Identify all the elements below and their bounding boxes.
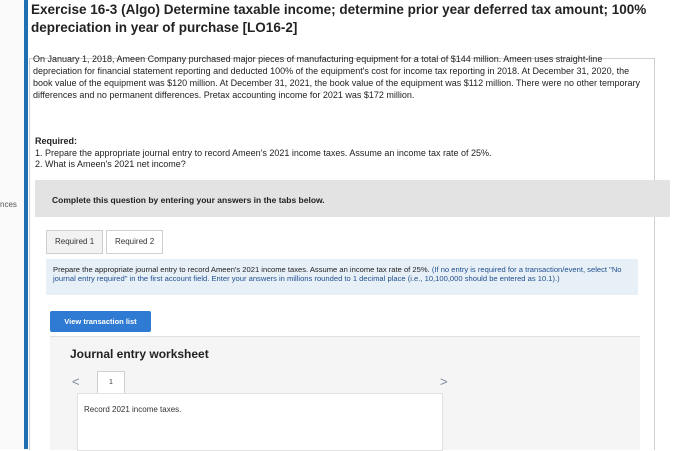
entry-number-tab[interactable]: 1 (97, 371, 125, 395)
tab-required-2[interactable]: Required 2 (106, 230, 164, 254)
required-item-1: 1. Prepare the appropriate journal entry… (35, 148, 492, 158)
left-strip (0, 0, 24, 449)
journal-worksheet-title: Journal entry worksheet (70, 347, 209, 361)
chevron-right-icon[interactable]: > (440, 374, 448, 389)
instructions-text: Prepare the appropriate journal entry to… (53, 265, 633, 283)
complete-question-text: Complete this question by entering your … (52, 195, 325, 205)
tab-required-1[interactable]: Required 1 (46, 230, 104, 254)
exercise-title: Exercise 16-3 (Algo) Determine taxable i… (31, 2, 647, 35)
accent-bar (24, 0, 28, 449)
record-entry-box (77, 393, 443, 451)
required-item-2: 2. What is Ameen's 2021 net income? (35, 159, 186, 169)
side-label: nces (0, 200, 17, 209)
problem-text: On January 1, 2018, Ameen Company purcha… (33, 54, 641, 100)
record-entry-text: Record 2021 income taxes. (84, 405, 182, 414)
required-heading: Required: (35, 136, 78, 146)
instructions-main: Prepare the appropriate journal entry to… (53, 265, 430, 274)
view-transaction-list-button[interactable]: View transaction list (50, 311, 151, 332)
chevron-left-icon[interactable]: < (72, 374, 80, 389)
